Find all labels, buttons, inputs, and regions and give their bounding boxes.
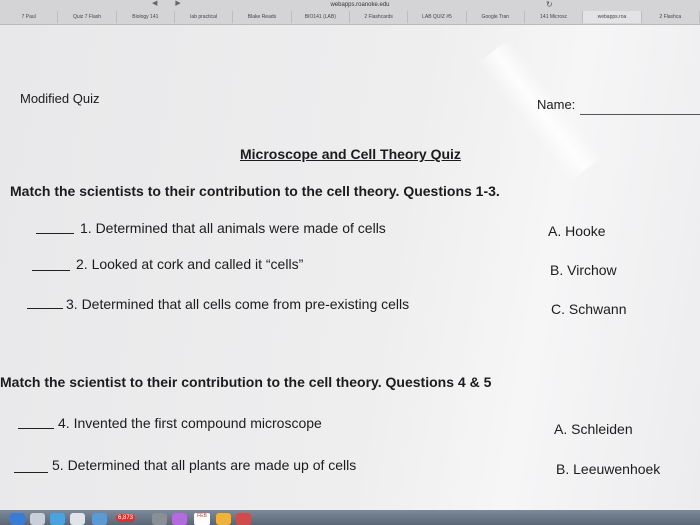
tab-8[interactable]: LAB QUIZ #5 <box>408 11 467 23</box>
section-2-instructions: Match the scientist to their contributio… <box>0 374 492 390</box>
notes-icon[interactable] <box>216 513 231 525</box>
quiz-title: Microscope and Cell Theory Quiz <box>240 146 461 162</box>
answer-blank-2[interactable] <box>32 270 70 271</box>
name-label: Name: <box>537 97 576 112</box>
browser-toolbar: ◀ ▶ webapps.roanoke.edu ↻ 7 Paul Quiz 7 … <box>0 0 700 25</box>
question-2: 2. Looked at cork and called it “cells” <box>76 256 304 272</box>
document-page: Modified Quiz Name: Microscope and Cell … <box>0 25 700 510</box>
name-blank[interactable] <box>580 114 700 115</box>
mail-icon[interactable] <box>92 513 107 525</box>
tab-7[interactable]: 2 Flashcards <box>350 11 409 23</box>
dock: 6,873 FEB <box>0 510 700 525</box>
question-1: 1. Determined that all animals were made… <box>80 220 386 236</box>
tab-12[interactable]: 2 Flashca <box>642 11 700 23</box>
tab-6[interactable]: BIO141 (LAB) <box>292 11 350 23</box>
reload-icon[interactable]: ↻ <box>546 1 553 9</box>
calendar-icon[interactable]: FEB <box>194 513 210 525</box>
answer-blank-3[interactable] <box>27 308 63 309</box>
choice-c-schwann: C. Schwann <box>551 301 627 317</box>
answer-blank-1[interactable] <box>36 233 74 234</box>
contacts-icon[interactable] <box>152 513 167 525</box>
launchpad-icon[interactable] <box>30 513 45 525</box>
nav-arrows[interactable]: ◀ ▶ <box>152 0 189 8</box>
tab-1[interactable]: 7 Paul <box>0 11 59 23</box>
tab-strip: 7 Paul Quiz 7 Flash Biology 141 lab prac… <box>0 11 700 23</box>
address-bar[interactable]: webapps.roanoke.edu <box>250 1 470 10</box>
photos-icon[interactable] <box>70 513 85 525</box>
question-4: 4. Invented the first compound microscop… <box>58 415 322 431</box>
tab-10[interactable]: 141 Microsc <box>525 11 584 23</box>
finder-icon[interactable] <box>10 513 25 525</box>
choice-b-virchow: B. Virchow <box>550 262 617 278</box>
tab-5[interactable]: Blake Reads <box>233 11 292 23</box>
answer-blank-4[interactable] <box>18 428 54 429</box>
question-5: 5. Determined that all plants are made u… <box>52 457 357 473</box>
choice-b-leeuwenhoek: B. Leeuwenhoek <box>556 461 661 477</box>
mail-badge: 6,873 <box>116 514 136 522</box>
section-1-instructions: Match the scientists to their contributi… <box>10 183 500 199</box>
question-3: 3. Determined that all cells come from p… <box>66 296 410 312</box>
tab-2[interactable]: Quiz 7 Flash <box>58 11 117 23</box>
tab-4[interactable]: lab practical <box>175 11 234 23</box>
doc-header-left: Modified Quiz <box>20 91 100 106</box>
choice-a-hooke: A. Hooke <box>548 223 606 239</box>
tab-3[interactable]: Biology 141 <box>117 11 175 23</box>
music-icon[interactable] <box>236 513 251 525</box>
safari-icon[interactable] <box>50 513 65 525</box>
tab-9[interactable]: Google Tran <box>467 11 525 23</box>
choice-a-schleiden: A. Schleiden <box>554 421 633 437</box>
messages-icon[interactable] <box>172 513 187 525</box>
tab-11[interactable]: webapps.roa <box>583 11 642 23</box>
answer-blank-5[interactable] <box>14 472 48 473</box>
